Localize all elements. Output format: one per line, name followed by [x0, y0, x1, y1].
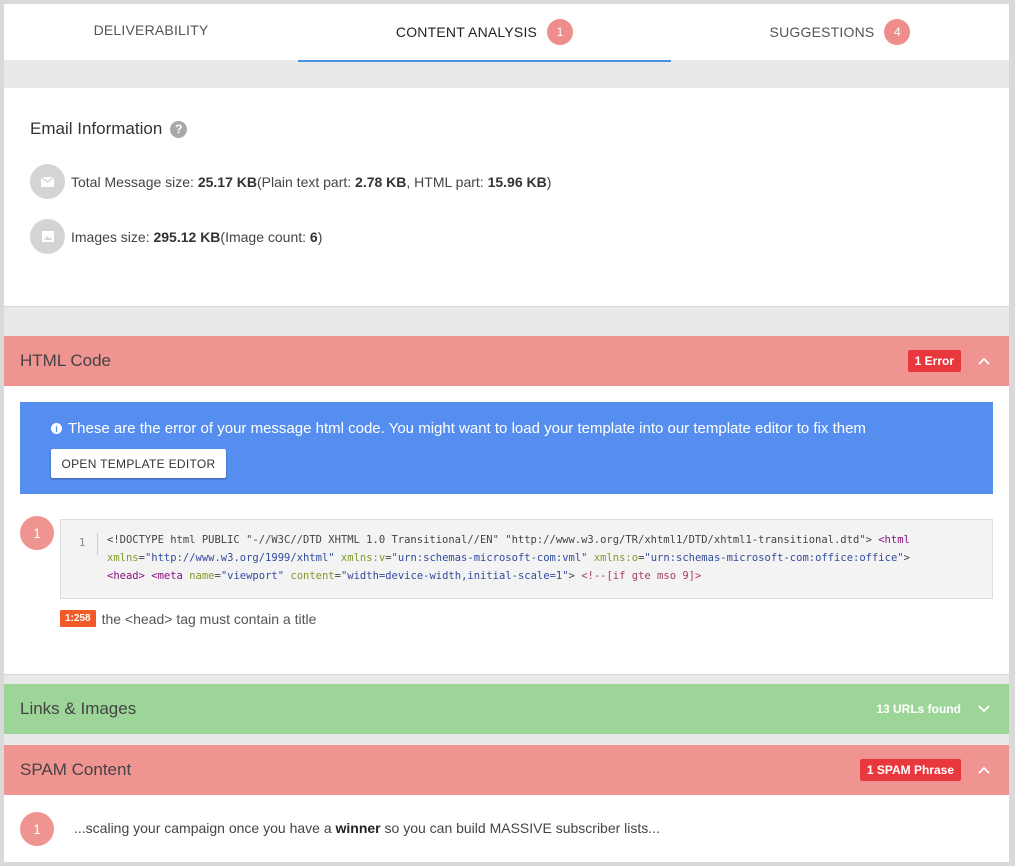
- spam-highlight-word: winner: [335, 820, 381, 836]
- tab-label: DELIVERABILITY: [93, 22, 209, 38]
- plain-text-value: 2.78 KB: [355, 173, 407, 190]
- total-size-value: 25.17 KB: [197, 173, 257, 190]
- plain-text-label: (Plain text part:: [257, 173, 352, 190]
- tab-count-badge: 1: [547, 19, 574, 45]
- message-size-row: Total Message size: 25.17 KB (Plain text…: [30, 164, 551, 199]
- tab-suggestions[interactable]: SUGGESTIONS 4: [671, 4, 1009, 60]
- error-number-badge: 1: [20, 516, 54, 550]
- image-count-label: (Image count:: [220, 228, 307, 245]
- spam-text-after: so you can build MASSIVE subscriber list…: [380, 820, 660, 836]
- html-code-section-body: i These are the error of your message ht…: [4, 386, 1009, 675]
- images-size-row: Images size: 295.12 KB (Image count: 6): [30, 219, 322, 254]
- image-icon: [30, 219, 65, 254]
- section-title: Links & Images: [20, 699, 137, 718]
- code-line: <head> <meta name="viewport" content="wi…: [107, 570, 702, 582]
- image-count-value: 6: [309, 228, 318, 245]
- code-line: <!DOCTYPE html PUBLIC "-//W3C//DTD XHTML…: [107, 534, 910, 546]
- spam-phrase-text: ...scaling your campaign once you have a…: [74, 820, 660, 836]
- section-title: SPAM Content: [20, 760, 132, 779]
- email-information-title: Email Information: [30, 119, 163, 138]
- open-template-editor-button[interactable]: OPEN TEMPLATE EDITOR: [51, 449, 226, 478]
- spam-phrase-badge: 1 SPAM Phrase: [859, 759, 961, 781]
- spam-text-before: ...scaling your campaign once you have a: [74, 820, 336, 836]
- urls-found-badge: 13 URLs found: [876, 702, 961, 716]
- error-message: the <head> tag must contain a title: [101, 610, 317, 627]
- chevron-up-icon[interactable]: [977, 763, 991, 777]
- line-number: 1: [79, 537, 86, 549]
- email-information-heading: Email Information ?: [30, 119, 188, 139]
- code-line: xmlns="http://www.w3.org/1999/xhtml" xml…: [107, 552, 910, 564]
- close-paren: ): [546, 173, 552, 190]
- error-position-badge: 1:258: [60, 610, 96, 627]
- help-icon[interactable]: ?: [170, 120, 188, 138]
- info-alert: i These are the error of your message ht…: [20, 402, 993, 494]
- links-images-section-header[interactable]: Links & Images 13 URLs found: [4, 684, 1009, 734]
- tab-label: CONTENT ANALYSIS: [395, 24, 538, 40]
- tab-deliverability[interactable]: DELIVERABILITY: [4, 4, 298, 60]
- tab-count-badge: 4: [884, 19, 911, 45]
- spam-content-section-header[interactable]: SPAM Content 1 SPAM Phrase: [4, 745, 1009, 795]
- tab-label: SUGGESTIONS: [769, 24, 875, 40]
- code-snippet: 1 <!DOCTYPE html PUBLIC "-//W3C//DTD XHT…: [60, 519, 993, 599]
- tab-bar: DELIVERABILITY CONTENT ANALYSIS 1 SUGGES…: [4, 4, 1009, 62]
- html-part-value: 15.96 KB: [487, 173, 547, 190]
- info-icon: i: [51, 423, 62, 434]
- tab-content-analysis[interactable]: CONTENT ANALYSIS 1: [298, 4, 671, 62]
- alert-message: i These are the error of your message ht…: [51, 420, 866, 437]
- alert-text: These are the error of your message html…: [68, 420, 866, 437]
- chevron-up-icon[interactable]: [977, 354, 991, 368]
- code-gutter-divider: [97, 533, 98, 555]
- section-title: HTML Code: [20, 351, 112, 370]
- images-size-value: 295.12 KB: [153, 228, 221, 245]
- content-analysis-panel: DELIVERABILITY CONTENT ANALYSIS 1 SUGGES…: [4, 4, 1009, 862]
- error-count-badge: 1 Error: [907, 350, 961, 372]
- close-paren: ): [317, 228, 323, 245]
- spam-number-badge: 1: [20, 812, 54, 846]
- images-size-label: Images size:: [71, 228, 150, 245]
- email-information-card: Email Information ? Total Message size: …: [4, 88, 1009, 307]
- error-detail: 1:258 the <head> tag must contain a titl…: [60, 610, 316, 627]
- chevron-down-icon[interactable]: [977, 702, 991, 716]
- html-code-section-header[interactable]: HTML Code 1 Error: [4, 336, 1009, 386]
- spam-content-section-body: 1 ...scaling your campaign once you have…: [4, 795, 1009, 862]
- envelope-icon: [30, 164, 65, 199]
- total-size-label: Total Message size:: [71, 173, 194, 190]
- html-part-label: , HTML part:: [406, 173, 484, 190]
